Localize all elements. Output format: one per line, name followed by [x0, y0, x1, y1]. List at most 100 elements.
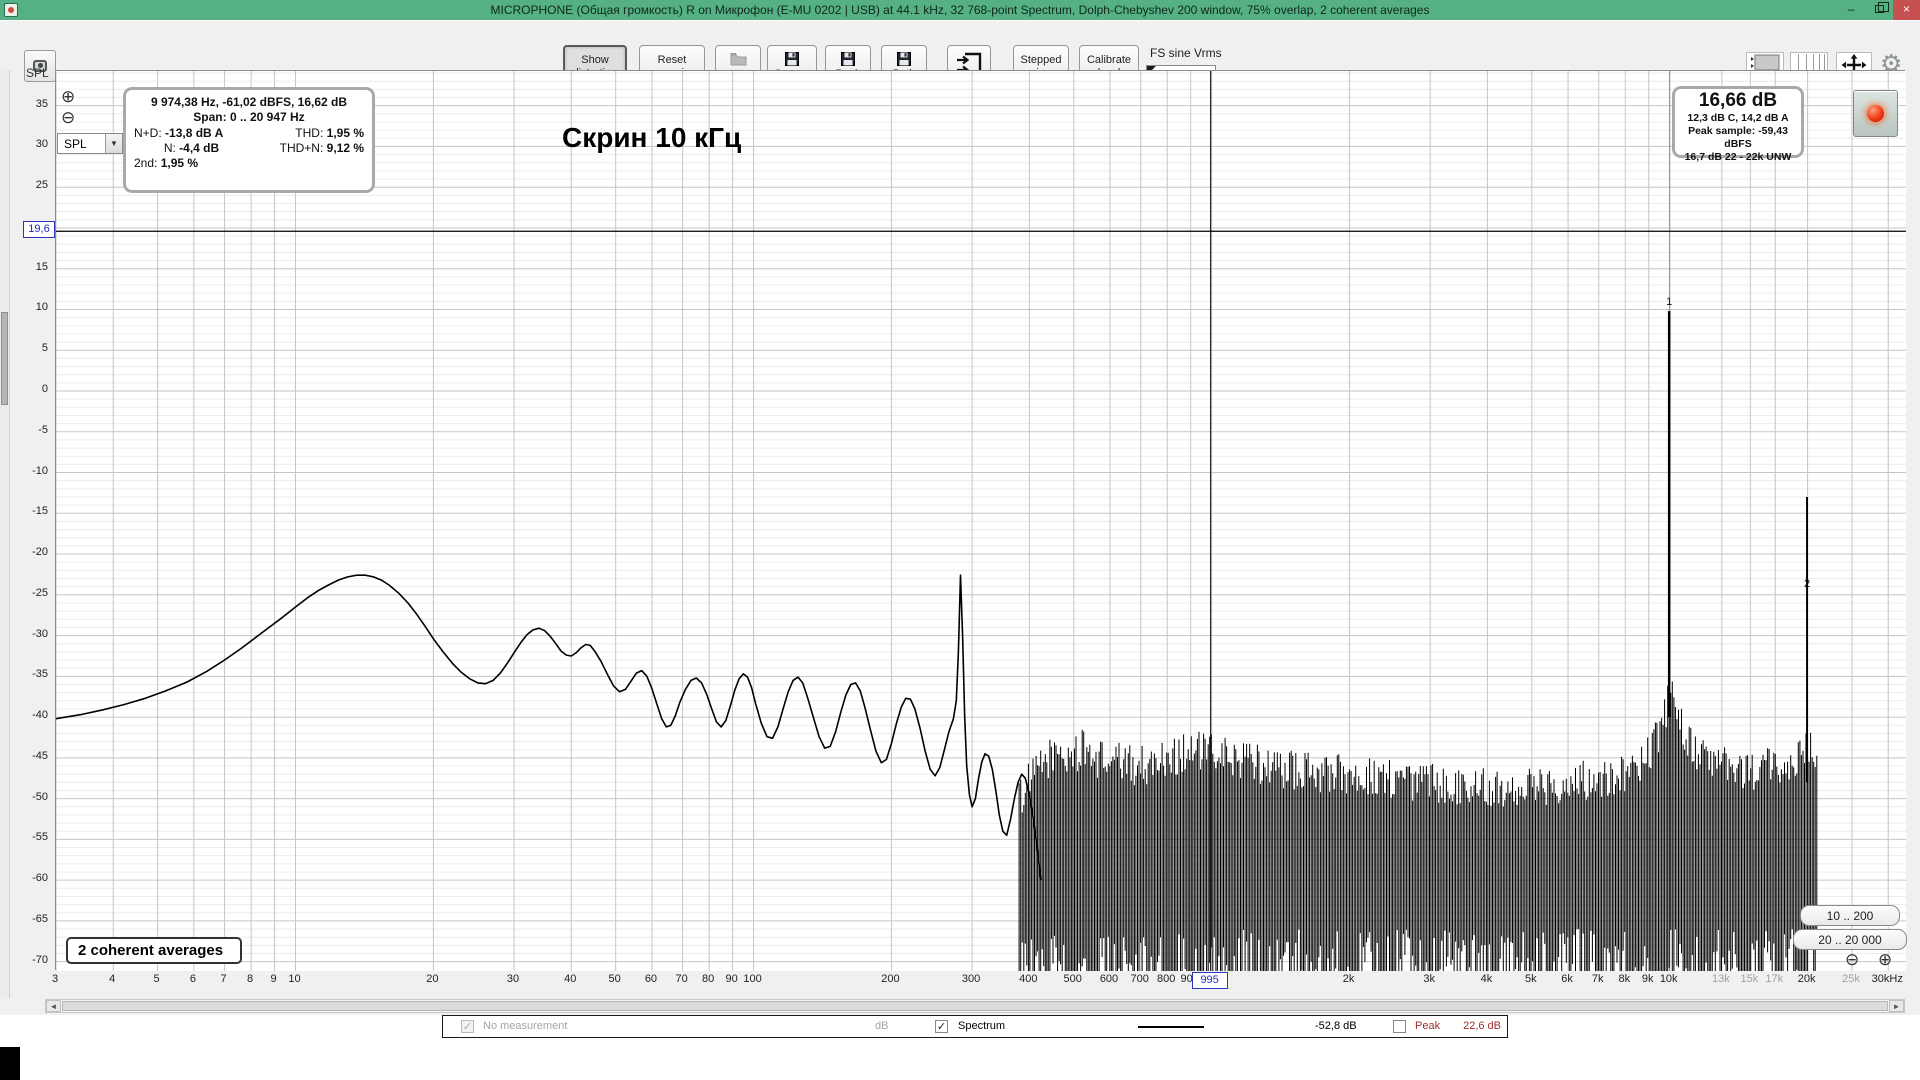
y-tick-label: -45 [12, 750, 48, 762]
window-title: MICROPHONE (Общая громкость) R on Микроф… [0, 0, 1920, 20]
no-measurement-label: No measurement [483, 1020, 567, 1032]
y-tick-label: 5 [12, 342, 48, 354]
x-tick-label: 20 [410, 973, 454, 985]
second-harmonic-row: 2nd: 1,95 % [134, 156, 249, 171]
scroll-left-arrow[interactable]: ◄ [46, 1000, 61, 1012]
db-unit-label: dB [875, 1020, 888, 1032]
y-tick-label: -35 [12, 668, 48, 680]
titlebar[interactable]: MICROPHONE (Общая громкость) R on Микроф… [0, 0, 1920, 20]
n-row: N: -4,4 dB [134, 141, 249, 156]
thd-row: THD: 1,95 % [249, 126, 364, 141]
x-tick-label: 400 [1006, 973, 1050, 985]
y-tick-label: -5 [12, 424, 48, 436]
peak-marker-label: 2 [1804, 578, 1810, 590]
record-icon [1867, 105, 1884, 122]
chevron-down-icon: ▼ [105, 134, 122, 153]
zoom-out-button[interactable]: ⊖ [61, 109, 75, 126]
window-corner-block [0, 1047, 20, 1080]
level-unweighted-value: 16,7 dB 22 - 22k UNW [1675, 151, 1801, 164]
spectrum-line-swatch [1138, 1026, 1204, 1028]
y-tick-label: -15 [12, 505, 48, 517]
frequency-cursor-readout: 995 [1192, 972, 1228, 989]
peak-checkbox[interactable] [1393, 1020, 1406, 1033]
span-line: Span: 0 .. 20 947 Hz [134, 110, 364, 124]
spectrum-label: Spectrum [958, 1020, 1005, 1032]
app-window: MICROPHONE (Общая громкость) R on Микроф… [0, 0, 1920, 1080]
x-tick-label: 100 [731, 973, 775, 985]
restore-button[interactable] [1865, 0, 1893, 20]
fs-sine-vrms-label: FS sine Vrms [1150, 46, 1222, 60]
zoom-in-x-button[interactable]: ⊕ [1878, 951, 1892, 968]
scale-mode-value: SPL [58, 137, 105, 151]
x-tick-label: 30kHz [1865, 973, 1909, 985]
y-tick-label: -10 [12, 465, 48, 477]
cursor-measurement-line: 9 974,38 Hz, -61,02 dBFS, 16,62 dB [134, 95, 364, 109]
y-tick-label: 0 [12, 383, 48, 395]
zoom-out-x-button[interactable]: ⊖ [1845, 951, 1859, 968]
x-tick-label: 30 [491, 973, 535, 985]
thdn-row: THD+N: 9,12 % [249, 141, 364, 156]
y-tick-label: -30 [12, 628, 48, 640]
peak-level-value: 22,6 dB [1423, 1020, 1501, 1032]
app-icon [4, 3, 18, 17]
minimize-button[interactable]: – [1837, 0, 1865, 20]
x-tick-label: 20k [1785, 973, 1829, 985]
level-weighted-values: 12,3 dB C, 14,2 dB A [1675, 112, 1801, 125]
floppy-icon [785, 52, 799, 67]
x-tick-label: 3 [33, 973, 77, 985]
averages-badge: 2 coherent averages [66, 937, 242, 964]
floppy-icon [897, 52, 911, 67]
record-button[interactable] [1853, 90, 1898, 137]
status-bar: ✓ No measurement dB ✓ Spectrum -52,8 dB … [442, 1015, 1508, 1038]
horizontal-scrollbar-thumb[interactable] [62, 1001, 1888, 1011]
y-tick-label: -40 [12, 709, 48, 721]
bottom-panel: ✓ No measurement dB ✓ Spectrum -52,8 dB … [0, 1015, 1920, 1080]
folder-icon [730, 52, 747, 67]
y-tick-label: -60 [12, 872, 48, 884]
y-tick-label: 30 [12, 138, 48, 150]
measurement-info-box: 9 974,38 Hz, -61,02 dBFS, 16,62 dB Span:… [123, 87, 375, 193]
x-tick-label: 10 [273, 973, 317, 985]
y-tick-label: -25 [12, 587, 48, 599]
zoom-in-button[interactable]: ⊕ [61, 88, 75, 105]
x-tick-label: 4 [90, 973, 134, 985]
y-tick-label: 15 [12, 261, 48, 273]
no-measurement-checkbox[interactable]: ✓ [461, 1020, 474, 1033]
scale-mode-dropdown[interactable]: SPL ▼ [57, 133, 123, 154]
x-tick-label: 3k [1407, 973, 1451, 985]
restore-icon [1875, 5, 1884, 13]
peak-marker-label: 1 [1666, 296, 1672, 308]
y-tick-label: -50 [12, 791, 48, 803]
spectrum-plot[interactable]: 12 [56, 71, 1906, 971]
range-20-20000-button[interactable]: 20 .. 20 000 [1793, 929, 1907, 950]
y-tick-label: -55 [12, 831, 48, 843]
spectrum-plot-area[interactable]: 12 [55, 70, 1905, 970]
y-tick-label: -20 [12, 546, 48, 558]
level-readout-box: 16,66 dB 12,3 dB C, 14,2 dB A Peak sampl… [1672, 86, 1804, 158]
peak-sample-value: Peak sample: -59,43 dBFS [1675, 125, 1801, 151]
x-tick-label: 40 [548, 973, 592, 985]
level-main-value: 16,66 dB [1675, 90, 1801, 112]
y-tick-label: 25 [12, 179, 48, 191]
x-tick-label: 300 [949, 973, 993, 985]
horizontal-scrollbar[interactable]: ◄ ► [45, 999, 1905, 1013]
x-tick-label: 10k [1647, 973, 1691, 985]
x-tick-label: 4k [1464, 973, 1508, 985]
vertical-scrollbar-thumb[interactable] [1, 312, 8, 405]
user-annotation: Скрин 10 кГц [562, 122, 741, 154]
spectrum-checkbox[interactable]: ✓ [935, 1020, 948, 1033]
range-10-200-button[interactable]: 10 .. 200 [1800, 905, 1900, 926]
y-tick-label: 35 [12, 98, 48, 110]
y-tick-label: -70 [12, 954, 48, 966]
y-tick-label: 10 [12, 301, 48, 313]
y-tick-label: -65 [12, 913, 48, 925]
spectrum-level-value: -52,8 dB [1315, 1020, 1357, 1032]
y-axis-title: SPL [26, 66, 49, 80]
vertical-scrollbar[interactable] [0, 70, 10, 998]
x-tick-label: 2k [1327, 973, 1371, 985]
x-tick-label: 200 [868, 973, 912, 985]
toolbar: Show distortion Reset averaging WAV Curr… [0, 20, 1920, 70]
nd-row: N+D: -13,8 dB A [134, 126, 249, 141]
close-button[interactable]: × [1893, 0, 1920, 20]
scroll-right-arrow[interactable]: ► [1889, 1000, 1904, 1012]
